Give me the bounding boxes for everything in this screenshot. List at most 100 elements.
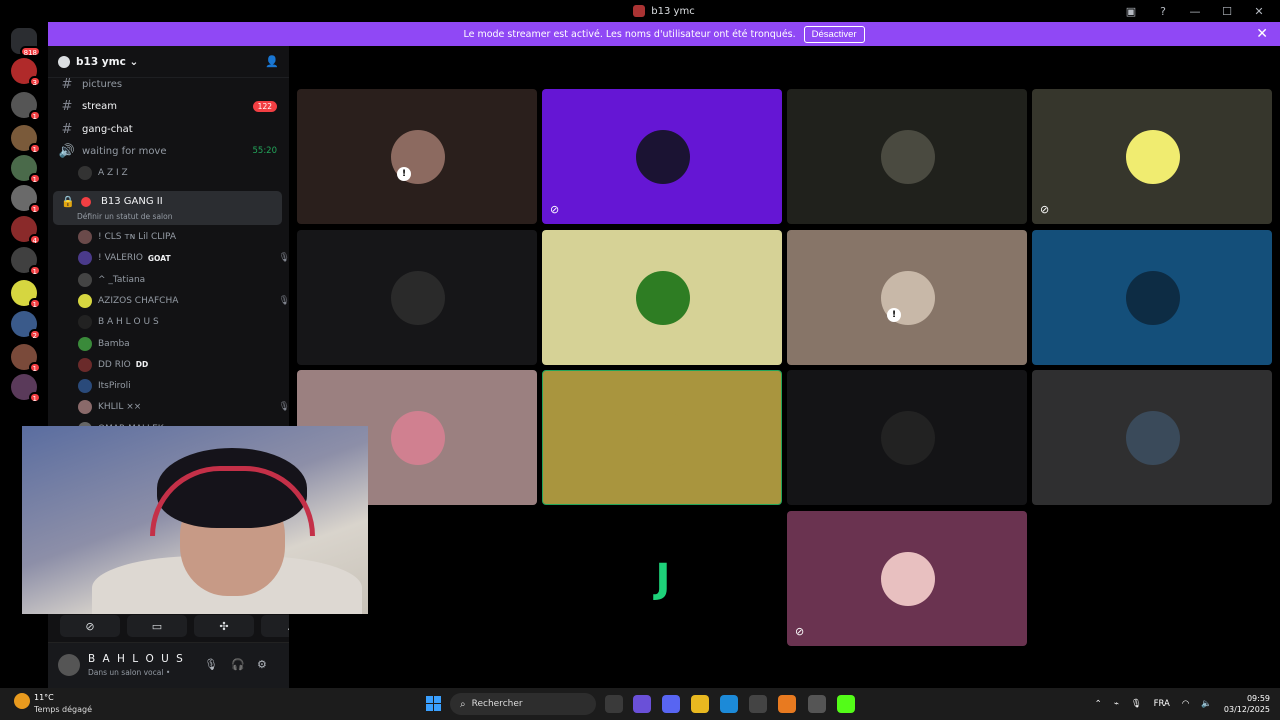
server-icon[interactable]: 1 (11, 374, 41, 403)
mic-tray-icon[interactable]: 🎙 (1131, 699, 1142, 709)
clock-date: 03/12/2025 (1223, 705, 1270, 714)
participant-tile[interactable] (542, 370, 782, 505)
network-icon[interactable]: ⌁ (1114, 699, 1119, 709)
avatar (78, 272, 92, 287)
voice-member[interactable]: AZIZOS CHAFCHA🎙 🎧 (78, 291, 318, 311)
app-icon[interactable] (778, 695, 796, 713)
edge-icon[interactable] (720, 695, 738, 713)
participant-tile[interactable]: J (542, 511, 782, 646)
volume-icon[interactable]: 🔈 (1201, 699, 1212, 709)
participant-tile[interactable] (297, 230, 537, 365)
server-icon[interactable]: 1 (11, 185, 41, 214)
voice-channel-selected[interactable]: 🔒 B13 GANG II Définir un statut de salon (53, 191, 282, 225)
server-icon[interactable]: 1 (11, 280, 41, 309)
channel-stream[interactable]: # stream 122 (48, 96, 289, 116)
participant-tile[interactable] (787, 370, 1027, 505)
call-timer: 55:20 (252, 146, 278, 156)
voice-member[interactable]: Bamba (78, 334, 318, 354)
participant-tile[interactable]: ⊘ (1032, 89, 1272, 224)
notification-badge: 3 (28, 76, 41, 87)
participant-tile[interactable]: ⊘ (787, 511, 1027, 646)
headset-icon[interactable]: 🎧 (231, 658, 245, 671)
file-explorer-icon[interactable] (691, 695, 709, 713)
voice-member[interactable]: DD RIO DD (78, 355, 318, 375)
title-bar: b13 ymc ▣ ? — ☐ ✕ (48, 0, 1280, 22)
activities-button[interactable]: ✣ (194, 615, 254, 637)
avatar (78, 166, 92, 180)
task-view-icon[interactable] (605, 695, 623, 713)
channel-name: pictures (82, 78, 123, 90)
participant-tile[interactable] (542, 230, 782, 365)
voice-member[interactable]: ! CLS ᴛɴ Lil CLIPA (78, 227, 318, 247)
kick-icon[interactable] (837, 695, 855, 713)
server-icon[interactable]: 1 (11, 125, 41, 154)
obs-icon[interactable] (808, 695, 826, 713)
channel-pictures[interactable]: # pictures (48, 74, 289, 94)
voice-member[interactable]: ! VALERIOGOAT🎙 🎧 (78, 248, 318, 268)
channel-gang-chat[interactable]: # gang-chat (48, 119, 289, 139)
inbox-icon[interactable]: ▣ (1124, 4, 1138, 18)
speaker-icon: 🔊 (58, 143, 76, 159)
server-icon[interactable]: 1 (11, 344, 41, 373)
voice-member[interactable]: ItsPiroli (78, 376, 318, 396)
minimize-button[interactable]: — (1188, 4, 1202, 18)
taskbar-search[interactable]: ⌕ Rechercher (450, 693, 596, 715)
add-member-icon[interactable]: 👤 (265, 55, 279, 68)
participant-tile[interactable]: ! (297, 89, 537, 224)
avatar[interactable] (58, 654, 80, 676)
participant-tile[interactable] (1032, 230, 1272, 365)
notification-badge: 1 (28, 110, 41, 121)
participant-tile[interactable]: ⊘ (542, 89, 782, 224)
participant-tile[interactable] (787, 89, 1027, 224)
help-icon[interactable]: ? (1156, 4, 1170, 18)
participant-avatar: J (636, 552, 690, 606)
window-title: b13 ymc (651, 5, 695, 17)
wifi-icon[interactable]: ◠ (1182, 699, 1189, 709)
server-icon[interactable]: 1 (11, 247, 41, 276)
store-icon[interactable] (749, 695, 767, 713)
member-name: ! CLS ᴛɴ Lil CLIPA (98, 232, 176, 242)
close-window-button[interactable]: ✕ (1252, 4, 1266, 18)
weather-icon[interactable] (14, 693, 30, 709)
maximize-button[interactable]: ☐ (1220, 4, 1234, 18)
streamer-mode-banner: Le mode streamer est activé. Les noms d'… (48, 22, 1280, 46)
home-button[interactable]: 818 (11, 28, 41, 57)
voice-member[interactable]: A Z I Z 🎙 (78, 163, 318, 183)
channel-name: waiting for move (82, 145, 167, 157)
language-indicator[interactable]: FRA (1154, 699, 1170, 709)
start-button-icon[interactable] (426, 696, 441, 711)
banner-close-icon[interactable]: ✕ (1256, 26, 1268, 42)
discord-taskbar-icon[interactable] (662, 695, 680, 713)
chevron-up-icon[interactable]: ⌃ (1095, 699, 1102, 709)
username: B A H L O U S (88, 653, 185, 665)
participant-tile[interactable] (1032, 370, 1272, 505)
voice-member[interactable]: KHLIL ××🎙 🎧 (78, 397, 318, 417)
member-name: ItsPiroli (98, 381, 131, 392)
weather-temp: 11°C (34, 693, 54, 702)
notification-badge: 1 (28, 203, 41, 214)
camera-off-button[interactable]: ⊘ (60, 615, 120, 637)
voice-channel-name: B13 GANG II (101, 196, 163, 207)
channel-waiting[interactable]: 🔊 waiting for move 55:20 (48, 141, 289, 161)
set-status-link[interactable]: Définir un statut de salon (77, 212, 172, 221)
server-icon[interactable]: 4 (11, 216, 41, 245)
avatar (78, 379, 92, 394)
copilot-icon[interactable] (633, 695, 651, 713)
server-icon[interactable]: 3 (11, 58, 41, 87)
avatar (78, 336, 92, 351)
participant-avatar (1126, 411, 1180, 465)
voice-member[interactable]: B A H L O U S (78, 312, 318, 332)
warning-icon: ! (397, 167, 411, 181)
clock[interactable]: 09:59 03/12/2025 (1224, 693, 1270, 715)
server-icon[interactable]: 1 (11, 155, 41, 184)
voice-member[interactable]: ^ _Tatiana (78, 270, 318, 290)
microphone-icon[interactable]: 🎙 (204, 658, 218, 671)
member-name: DD RIO (98, 359, 131, 370)
channel-name: stream (82, 100, 118, 112)
server-icon[interactable]: 1 (11, 92, 41, 121)
participant-tile[interactable]: ! (787, 230, 1027, 365)
screen-share-button[interactable]: ▭ (127, 615, 187, 637)
disable-streamer-button[interactable]: Désactiver (803, 25, 865, 43)
settings-gear-icon[interactable]: ⚙ (257, 658, 267, 671)
server-icon[interactable]: 2 (11, 311, 41, 340)
